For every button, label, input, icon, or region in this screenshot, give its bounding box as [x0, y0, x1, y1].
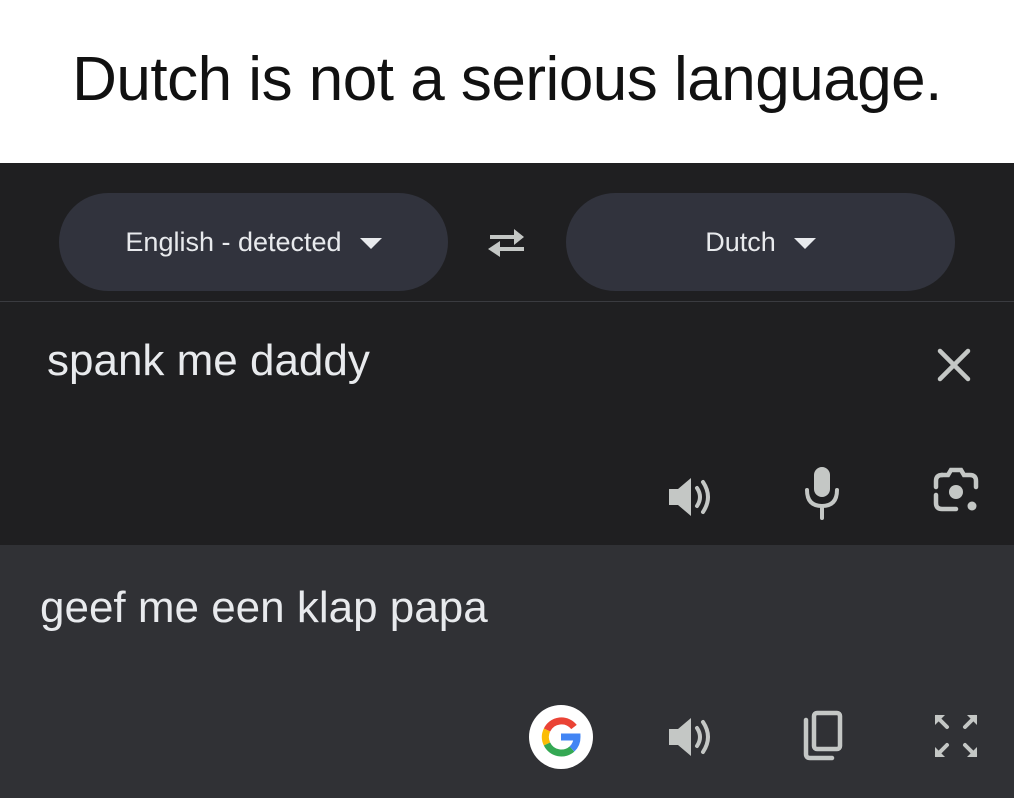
clear-input-button[interactable] [928, 339, 980, 391]
microphone-icon [805, 467, 839, 520]
fullscreen-icon [935, 715, 977, 757]
speaker-icon [669, 718, 710, 756]
chevron-down-icon [793, 238, 816, 249]
fullscreen-button[interactable] [928, 707, 984, 765]
source-language-label: English - detected [125, 226, 342, 257]
source-text[interactable]: spank me daddy [47, 336, 370, 386]
listen-source-button[interactable] [662, 470, 720, 524]
swap-languages-button[interactable] [479, 219, 535, 265]
translated-text: geef me een klap papa [40, 583, 488, 632]
target-language-button[interactable]: Dutch [566, 193, 955, 291]
meme-caption: Dutch is not a serious language. [0, 0, 1014, 163]
camera-translate-button[interactable] [926, 462, 986, 524]
caption-text: Dutch is not a serious language. [72, 45, 942, 114]
copy-icon [803, 710, 843, 761]
target-language-label: Dutch [705, 226, 776, 257]
speaker-icon [669, 478, 710, 516]
copy-translation-button[interactable] [794, 705, 850, 767]
listen-translation-button[interactable] [662, 710, 720, 764]
google-logo-icon [541, 717, 581, 757]
source-language-button[interactable]: English - detected [59, 193, 448, 291]
source-input-area[interactable]: spank me daddy [0, 302, 1014, 545]
translation-output-area: geef me een klap papa [0, 545, 1014, 798]
translate-app: English - detected Dutch spank me daddy [0, 163, 1014, 798]
google-logo-button[interactable] [528, 704, 594, 770]
camera-lens-icon [933, 467, 979, 512]
google-logo-badge [529, 705, 593, 769]
language-bar: English - detected Dutch [0, 163, 1014, 302]
chevron-down-icon [359, 238, 382, 249]
swap-arrows-icon [488, 229, 524, 257]
close-icon [937, 348, 971, 382]
microphone-button[interactable] [796, 462, 848, 524]
